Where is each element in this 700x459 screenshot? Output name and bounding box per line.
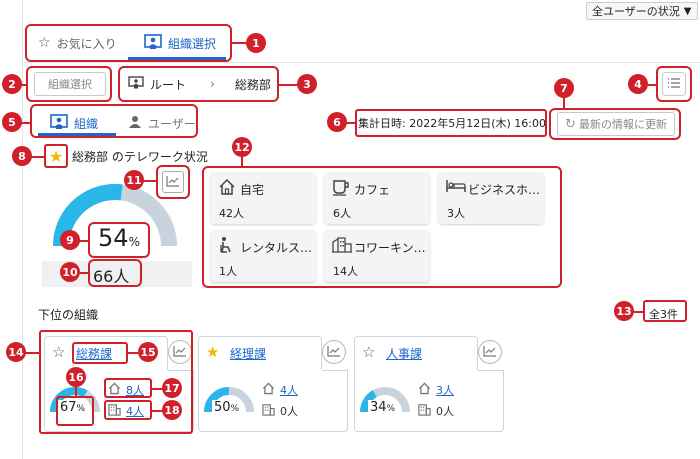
leader-line-12 [241,156,243,168]
annotation-box-12 [202,166,562,288]
suborg-card[interactable]: ☆ 人事課 34% 3人 0人 [354,336,504,432]
suborg-percent-number: 34 [370,400,387,415]
annotation-box-15 [72,342,128,364]
suborg-card-edge [478,370,504,371]
user-filter-dropdown[interactable]: 全ユーザーの状況 ▼ [586,2,698,20]
annotation-box-7 [549,108,681,140]
suborg-percent-unit: % [386,404,396,414]
triangle-down-icon: ▼ [683,5,692,17]
suborg-percent-unit: % [230,404,240,414]
annotation-box-11 [156,165,190,199]
annotation-box-13 [643,300,687,322]
suborgs-title: 下位の組織 [38,308,99,322]
marker-1: 1 [246,33,266,53]
leader-line-18 [152,410,162,412]
annotation-box-9 [88,222,150,258]
org-status-title: 総務部 のテレワーク状況 [72,150,208,164]
marker-16: 16 [66,367,86,387]
annotation-box-5 [30,104,198,138]
user-filter-label: 全ユーザーの状況 [592,5,680,18]
marker-5: 5 [2,112,22,132]
leader-line-7 [563,96,565,110]
suborg-percent-number: 50 [214,400,231,415]
suborg-home-count[interactable]: 4人 [280,382,298,398]
marker-15: 15 [138,342,158,362]
home-icon [262,382,275,398]
divider [22,62,700,63]
office-building-icon [418,403,431,419]
suborg-name-link[interactable]: 人事課 [386,345,422,362]
leader-line-3 [279,84,297,86]
star-outline-icon[interactable]: ☆ [362,343,375,361]
suborg-chart-button[interactable] [322,340,346,364]
star-filled-icon[interactable]: ★ [206,343,219,361]
leader-line-15 [128,352,138,354]
marker-10: 10 [60,262,80,282]
suborg-card[interactable]: ★ 経理課 50% 4人 0人 [198,336,348,432]
leader-line-4 [648,84,658,86]
annotation-box-4 [656,66,692,102]
marker-9: 9 [60,230,80,250]
leader-line-1 [232,42,246,44]
annotation-box-17 [104,378,152,398]
home-icon [418,382,431,398]
marker-18: 18 [162,400,182,420]
line-chart-icon [327,345,341,360]
suborg-percent: 34% [368,400,398,415]
office-building-icon [262,403,275,419]
annotation-box-18 [104,400,152,420]
marker-4: 4 [628,74,648,94]
marker-13: 13 [614,301,634,321]
suborg-office-count: 0人 [436,405,454,418]
annotation-box-2 [26,66,112,102]
leader-line-17 [152,388,162,390]
marker-6: 6 [327,112,347,132]
marker-11: 11 [124,170,144,190]
annotation-box-6 [355,109,547,137]
annotation-box-1 [25,24,232,62]
annotation-box-10 [88,259,142,287]
suborg-office-count: 0人 [280,405,298,418]
marker-7: 7 [554,78,574,98]
leader-line-11 [142,180,158,182]
marker-17: 17 [162,378,182,398]
suborg-chart-button[interactable] [478,340,502,364]
marker-3: 3 [297,74,317,94]
leader-line-6 [346,122,357,124]
suborg-percent: 50% [212,400,242,415]
leader-line-13 [634,311,644,313]
marker-8: 8 [12,146,32,166]
suborg-card-edge [322,370,348,371]
suborg-home-count[interactable]: 3人 [436,382,454,398]
leader-line-14 [24,352,41,354]
annotation-box-16 [56,396,94,426]
marker-12: 12 [232,137,252,157]
marker-2: 2 [2,74,22,94]
suborg-name-link[interactable]: 経理課 [230,345,266,362]
annotation-box-8 [44,144,68,168]
line-chart-icon [483,345,497,360]
leader-line-8 [30,156,46,158]
marker-14: 14 [6,342,26,362]
annotation-box-3 [118,66,279,102]
